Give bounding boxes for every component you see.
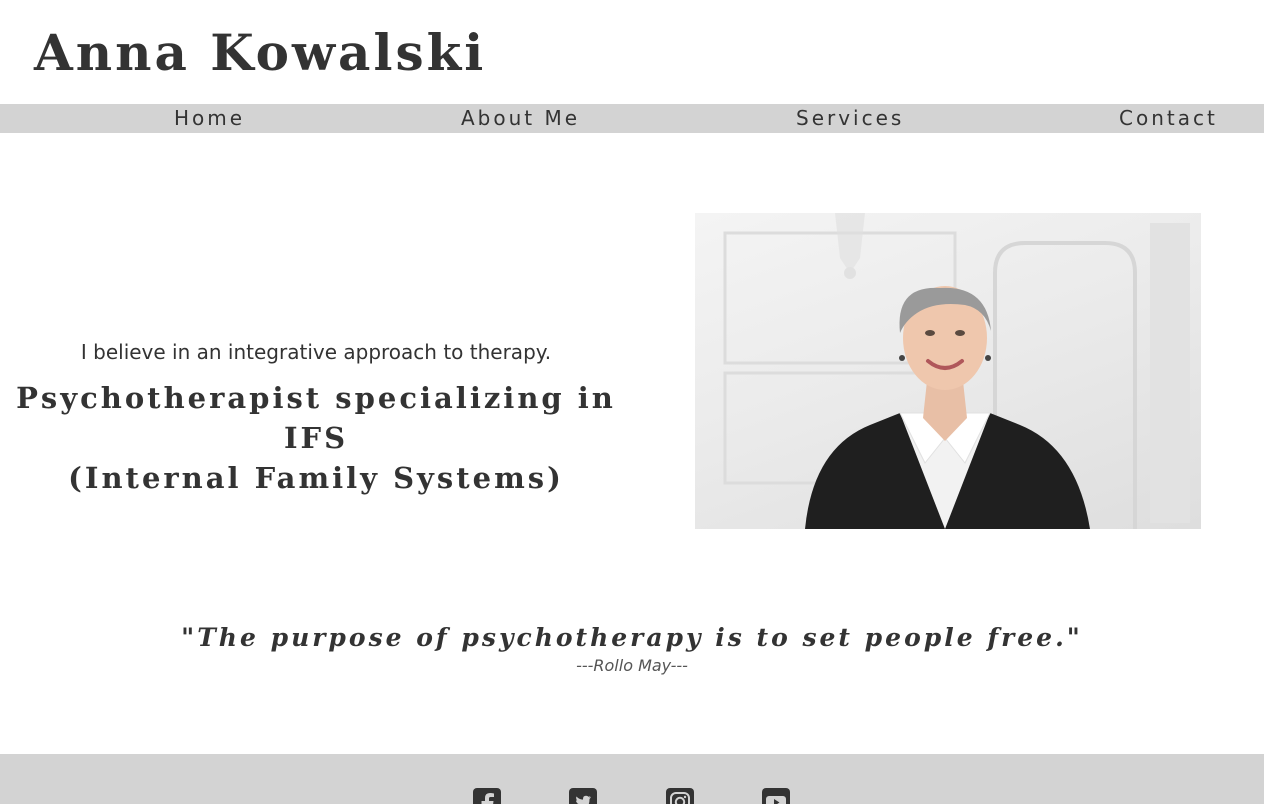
- wall-pillar: [1150, 223, 1190, 523]
- nav-item-home[interactable]: Home: [174, 104, 245, 133]
- earring: [985, 355, 991, 361]
- facebook-icon[interactable]: [473, 788, 501, 804]
- instagram-icon[interactable]: [666, 788, 694, 804]
- eye: [925, 330, 935, 336]
- nav-bar: Home About Me Services Contact: [0, 104, 1264, 133]
- hero-headline: Psychotherapist specializing in IFS (Int…: [0, 378, 632, 498]
- chandelier: [835, 213, 865, 279]
- hero-headline-line1: Psychotherapist specializing in IFS: [16, 381, 616, 455]
- nav-item-about-me[interactable]: About Me: [461, 104, 580, 133]
- twitter-icon[interactable]: [569, 788, 597, 804]
- footer: [0, 754, 1264, 804]
- therapist-portrait-photo: [695, 213, 1201, 529]
- portrait-illustration: [723, 213, 1190, 529]
- youtube-icon[interactable]: [762, 788, 790, 804]
- quote-author: ---Rollo May---: [576, 656, 688, 675]
- quote-section: "The purpose of psychotherapy is to set …: [0, 620, 1264, 676]
- page: Anna Kowalski Home About Me Services Con…: [0, 0, 1264, 804]
- earring: [899, 355, 905, 361]
- hero-headline-line2: (Internal Family Systems): [68, 461, 564, 495]
- nav-item-contact[interactable]: Contact: [1119, 104, 1218, 133]
- site-title[interactable]: Anna Kowalski: [34, 20, 486, 86]
- quote-text: "The purpose of psychotherapy is to set …: [181, 623, 1083, 652]
- eye: [955, 330, 965, 336]
- nav-item-services[interactable]: Services: [796, 104, 904, 133]
- hero-tagline: I believe in an integrative approach to …: [80, 340, 552, 364]
- hero-intro: I believe in an integrative approach to …: [0, 338, 632, 498]
